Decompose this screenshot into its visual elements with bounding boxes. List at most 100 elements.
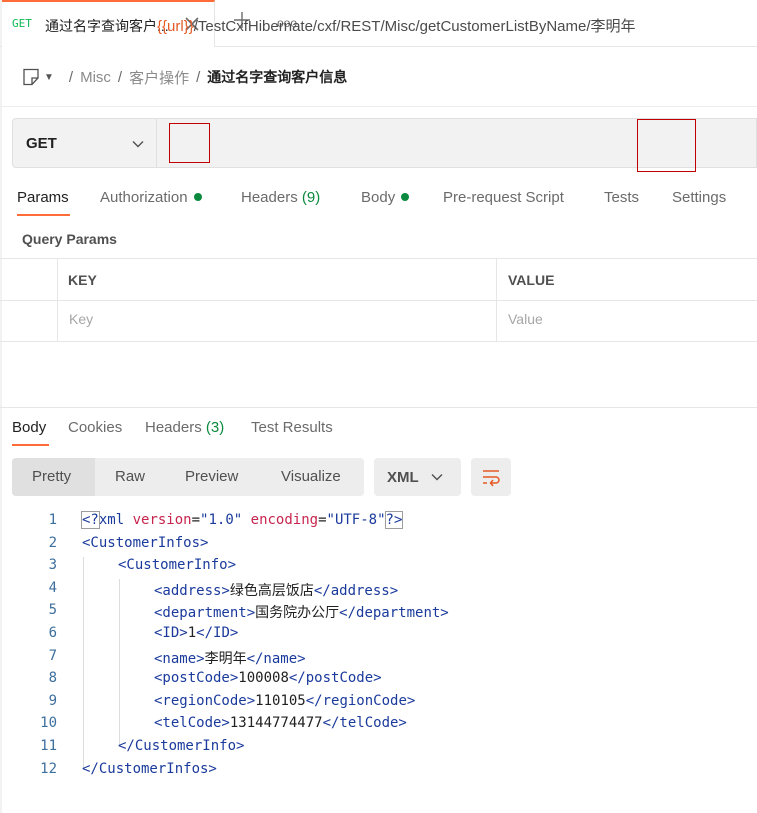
code-line: <address>绿色高层饭店</address>	[154, 580, 398, 600]
line-number: 3	[48, 557, 57, 574]
code-token: =	[191, 512, 201, 528]
highlight-box-param	[637, 119, 696, 172]
breadcrumb-separator: /	[117, 68, 123, 86]
status-dot	[401, 193, 410, 201]
headers-count: (9)	[301, 189, 321, 206]
code-token: "UTF-8"	[326, 512, 386, 528]
active-response-tab-indicator	[12, 444, 49, 446]
wrap-lines-icon	[483, 470, 500, 487]
tab-headers[interactable]: Headers (9)	[241, 189, 320, 206]
breadcrumb-folder[interactable]: Misc	[80, 69, 111, 86]
code-line: <name>李明年</name>	[154, 648, 306, 668]
xml-declaration: <?xml version="1.0" encoding="UTF-8"?>	[81, 511, 404, 529]
highlight-box-variable	[169, 123, 210, 163]
breadcrumb-separator: /	[68, 68, 74, 86]
key-input[interactable]: Key	[69, 311, 93, 327]
format-visualize[interactable]: Visualize	[281, 468, 341, 485]
breadcrumb-separator: /	[196, 68, 201, 86]
column-header-key: KEY	[68, 272, 97, 288]
code-token: <name>	[154, 650, 205, 667]
tab-params[interactable]: Params	[17, 189, 69, 206]
tab-method: GET	[12, 17, 32, 30]
response-headers-count: (3)	[205, 419, 225, 436]
indent-guide	[119, 579, 120, 745]
field-value: 13144774477	[229, 715, 323, 732]
caret-down-icon[interactable]: ▼	[44, 72, 54, 83]
request-icon	[23, 68, 39, 86]
format-preview[interactable]: Preview	[185, 468, 238, 485]
tab-body[interactable]: Body	[361, 189, 410, 206]
code-token: <regionCode>	[154, 692, 256, 709]
code-token: xml	[98, 512, 125, 528]
code-token: <ID>	[154, 625, 188, 641]
divider	[0, 407, 757, 408]
code-token: <CustomerInfo>	[118, 557, 237, 574]
chevron-down-icon	[431, 474, 443, 481]
active-tab-indicator	[17, 214, 70, 216]
code-token: </CustomerInfos>	[82, 760, 217, 777]
code-token: <department>	[154, 605, 256, 622]
code-token: </address>	[313, 582, 399, 599]
code-token: <postCode>	[154, 670, 239, 687]
divider	[0, 106, 757, 107]
format-pretty[interactable]: Pretty	[32, 468, 71, 485]
code-line: <department>国务院办公厅</department>	[154, 602, 449, 622]
code-token: =	[318, 512, 327, 528]
response-tab-body[interactable]: Body	[12, 419, 46, 436]
table-border	[0, 341, 757, 342]
code-token: <telCode>	[154, 715, 230, 732]
tab-authorization-label: Authorization	[100, 189, 188, 206]
language-select[interactable]: XML	[374, 458, 461, 496]
response-tab-cookies[interactable]: Cookies	[68, 419, 122, 436]
code-token: </regionCode>	[305, 692, 416, 709]
line-number: 10	[40, 715, 57, 732]
request-tabs: Params Authorization Headers (9) Body Pr…	[0, 186, 757, 218]
line-number: 11	[40, 738, 57, 754]
code-line: <postCode>100008</postCode>	[154, 670, 382, 686]
wrap-lines-button[interactable]	[471, 458, 511, 496]
line-number: 7	[48, 647, 57, 664]
tab-authorization[interactable]: Authorization	[100, 189, 202, 206]
pi-open: <?	[81, 511, 100, 529]
url-input[interactable]: {{url}}/TestCxfHibernate/cxf/REST/Misc/g…	[157, 15, 636, 36]
tab-settings[interactable]: Settings	[672, 189, 726, 206]
url-param: 李明年	[590, 18, 636, 35]
pi-close: ?>	[384, 511, 404, 529]
breadcrumb: ▼ / Misc / 客户操作 / 通过名字查询客户信息	[22, 64, 347, 90]
column-header-value: VALUE	[508, 272, 555, 288]
tab-title: 通过名字查询客户...	[45, 18, 169, 34]
table-border	[0, 300, 757, 301]
query-params-table: KEY VALUE Key Value	[0, 258, 757, 342]
url-path: /TestCxfHibernate/cxf/REST/Misc/getCusto…	[193, 18, 591, 35]
format-raw[interactable]: Raw	[115, 468, 145, 485]
tab-prerequest-script[interactable]: Pre-request Script	[443, 189, 564, 206]
language-value: XML	[387, 469, 419, 486]
line-number: 9	[48, 692, 57, 709]
code-token: "1.0"	[200, 512, 243, 528]
method-select[interactable]: GET	[13, 119, 157, 167]
breadcrumb-current[interactable]: 通过名字查询客户信息	[207, 67, 347, 87]
code-token: </department>	[339, 605, 449, 622]
line-number: 5	[48, 602, 57, 619]
tab-tests[interactable]: Tests	[604, 189, 639, 206]
status-dot	[193, 193, 202, 201]
code-token: </postCode>	[288, 670, 382, 687]
field-value: 110105	[255, 692, 306, 709]
field-value: 1	[187, 625, 197, 641]
code-line: </CustomerInfos>	[82, 761, 217, 777]
indent-guide	[83, 557, 84, 768]
table-border	[0, 258, 757, 259]
value-input[interactable]: Value	[508, 311, 543, 327]
query-params-title: Query Params	[22, 231, 117, 247]
code-line: <CustomerInfos>	[82, 535, 208, 551]
field-value: 绿色高层饭店	[229, 582, 314, 599]
method-value: GET	[26, 135, 57, 152]
code-line: <regionCode>110105</regionCode>	[154, 693, 415, 709]
breadcrumb-subfolder[interactable]: 客户操作	[129, 67, 189, 88]
code-line: </CustomerInfo>	[118, 738, 244, 754]
response-tab-headers[interactable]: Headers (3)	[145, 419, 224, 436]
response-tab-test-results[interactable]: Test Results	[251, 419, 333, 436]
format-segmented-control: Pretty Raw Preview Visualize	[12, 458, 364, 496]
code-token: <CustomerInfos>	[82, 534, 209, 551]
